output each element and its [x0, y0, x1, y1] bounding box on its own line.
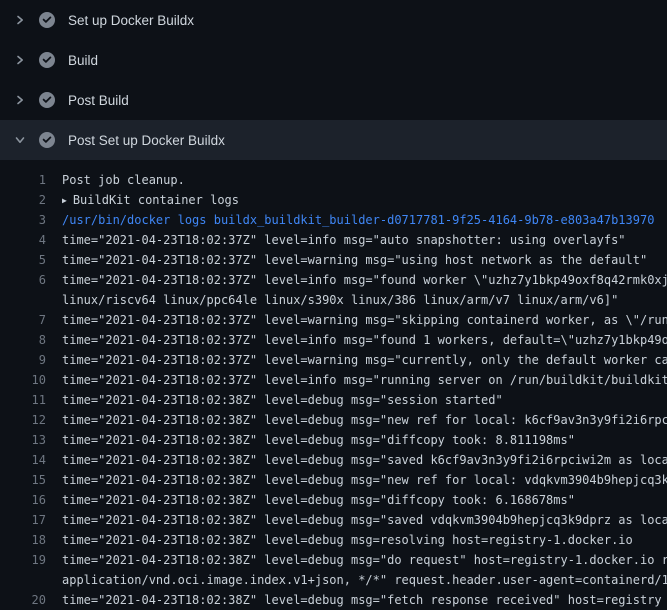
- line-number[interactable]: 7: [0, 310, 46, 330]
- step-label: Build: [68, 53, 98, 68]
- log-text: time="2021-04-23T18:02:38Z" level=debug …: [62, 470, 667, 490]
- line-number[interactable]: 2: [0, 190, 46, 210]
- log-text: time="2021-04-23T18:02:37Z" level=info m…: [62, 370, 667, 390]
- log-line: linux/riscv64 linux/ppc64le linux/s390x …: [0, 290, 667, 310]
- line-number[interactable]: 1: [0, 170, 46, 190]
- log-text: time="2021-04-23T18:02:38Z" level=debug …: [62, 510, 667, 530]
- log-line: 12 time="2021-04-23T18:02:38Z" level=deb…: [0, 410, 667, 430]
- log-line: 17 time="2021-04-23T18:02:38Z" level=deb…: [0, 510, 667, 530]
- log-line: 5 time="2021-04-23T18:02:37Z" level=warn…: [0, 250, 667, 270]
- log-line: 8 time="2021-04-23T18:02:37Z" level=info…: [0, 330, 667, 350]
- line-number[interactable]: [0, 570, 46, 590]
- line-number[interactable]: 8: [0, 330, 46, 350]
- log-line: 11 time="2021-04-23T18:02:38Z" level=deb…: [0, 390, 667, 410]
- log-line: 10 time="2021-04-23T18:02:37Z" level=inf…: [0, 370, 667, 390]
- log-text: ▶BuildKit container logs: [62, 190, 667, 210]
- line-number[interactable]: 11: [0, 390, 46, 410]
- step-label: Set up Docker Buildx: [68, 13, 194, 28]
- log-text: time="2021-04-23T18:02:37Z" level=warnin…: [62, 250, 667, 270]
- log-text: linux/riscv64 linux/ppc64le linux/s390x …: [62, 290, 667, 310]
- step-row-1[interactable]: Build: [0, 40, 667, 80]
- log-text: /usr/bin/docker logs buildx_buildkit_bui…: [62, 210, 667, 230]
- log-line: 16 time="2021-04-23T18:02:38Z" level=deb…: [0, 490, 667, 510]
- log-text: time="2021-04-23T18:02:38Z" level=debug …: [62, 490, 667, 510]
- log-text: time="2021-04-23T18:02:37Z" level=info m…: [62, 270, 667, 290]
- step-label: Post Set up Docker Buildx: [68, 133, 225, 148]
- log-line: 19 time="2021-04-23T18:02:38Z" level=deb…: [0, 550, 667, 570]
- workflow-log-panel: Set up Docker Buildx Build P: [0, 0, 667, 610]
- step-label: Post Build: [68, 93, 129, 108]
- line-number[interactable]: [0, 290, 46, 310]
- log-line: 4 time="2021-04-23T18:02:37Z" level=info…: [0, 230, 667, 250]
- line-number[interactable]: 19: [0, 550, 46, 570]
- log-line: 3 /usr/bin/docker logs buildx_buildkit_b…: [0, 210, 667, 230]
- line-number[interactable]: 6: [0, 270, 46, 290]
- log-text: time="2021-04-23T18:02:38Z" level=debug …: [62, 410, 667, 430]
- log-text: time="2021-04-23T18:02:38Z" level=debug …: [62, 390, 667, 410]
- step-row-2[interactable]: Post Build: [0, 80, 667, 120]
- step-row-3[interactable]: Post Set up Docker Buildx: [0, 120, 667, 160]
- line-number[interactable]: 4: [0, 230, 46, 250]
- line-number[interactable]: 15: [0, 470, 46, 490]
- line-number[interactable]: 10: [0, 370, 46, 390]
- log-output: 1 Post job cleanup. 2 ▶BuildKit containe…: [0, 160, 667, 610]
- step-list: Set up Docker Buildx Build P: [0, 0, 667, 160]
- chevron-icon[interactable]: [14, 94, 26, 106]
- log-text: time="2021-04-23T18:02:37Z" level=info m…: [62, 230, 667, 250]
- line-number[interactable]: 18: [0, 530, 46, 550]
- chevron-icon[interactable]: [14, 134, 26, 146]
- log-line: application/vnd.oci.image.index.v1+json,…: [0, 570, 667, 590]
- check-circle-icon: [39, 92, 55, 108]
- line-number[interactable]: 14: [0, 450, 46, 470]
- line-number[interactable]: 9: [0, 350, 46, 370]
- log-text: time="2021-04-23T18:02:37Z" level=warnin…: [62, 310, 667, 330]
- log-text: time="2021-04-23T18:02:38Z" level=debug …: [62, 550, 667, 570]
- log-text: time="2021-04-23T18:02:38Z" level=debug …: [62, 530, 667, 550]
- log-line: 7 time="2021-04-23T18:02:37Z" level=warn…: [0, 310, 667, 330]
- log-text: time="2021-04-23T18:02:38Z" level=debug …: [62, 590, 667, 610]
- log-text: time="2021-04-23T18:02:37Z" level=info m…: [62, 330, 667, 350]
- line-number[interactable]: 13: [0, 430, 46, 450]
- line-number[interactable]: 5: [0, 250, 46, 270]
- log-text: application/vnd.oci.image.index.v1+json,…: [62, 570, 667, 590]
- log-text: Post job cleanup.: [62, 170, 667, 190]
- check-circle-icon: [39, 12, 55, 28]
- log-text: time="2021-04-23T18:02:37Z" level=warnin…: [62, 350, 667, 370]
- line-number[interactable]: 3: [0, 210, 46, 230]
- log-line: 15 time="2021-04-23T18:02:38Z" level=deb…: [0, 470, 667, 490]
- log-line: 20 time="2021-04-23T18:02:38Z" level=deb…: [0, 590, 667, 610]
- chevron-icon[interactable]: [14, 14, 26, 26]
- log-line: 13 time="2021-04-23T18:02:38Z" level=deb…: [0, 430, 667, 450]
- log-text: time="2021-04-23T18:02:38Z" level=debug …: [62, 450, 667, 470]
- log-line: 6 time="2021-04-23T18:02:37Z" level=info…: [0, 270, 667, 290]
- group-toggle-icon[interactable]: ▶: [62, 191, 67, 210]
- line-number[interactable]: 20: [0, 590, 46, 610]
- line-number[interactable]: 12: [0, 410, 46, 430]
- log-line: 2 ▶BuildKit container logs: [0, 190, 667, 210]
- chevron-icon[interactable]: [14, 54, 26, 66]
- log-line: 9 time="2021-04-23T18:02:37Z" level=warn…: [0, 350, 667, 370]
- line-number[interactable]: 17: [0, 510, 46, 530]
- log-text: time="2021-04-23T18:02:38Z" level=debug …: [62, 430, 667, 450]
- line-number[interactable]: 16: [0, 490, 46, 510]
- log-line: 18 time="2021-04-23T18:02:38Z" level=deb…: [0, 530, 667, 550]
- log-line: 14 time="2021-04-23T18:02:38Z" level=deb…: [0, 450, 667, 470]
- check-circle-icon: [39, 132, 55, 148]
- log-line: 1 Post job cleanup.: [0, 170, 667, 190]
- check-circle-icon: [39, 52, 55, 68]
- step-row-0[interactable]: Set up Docker Buildx: [0, 0, 667, 40]
